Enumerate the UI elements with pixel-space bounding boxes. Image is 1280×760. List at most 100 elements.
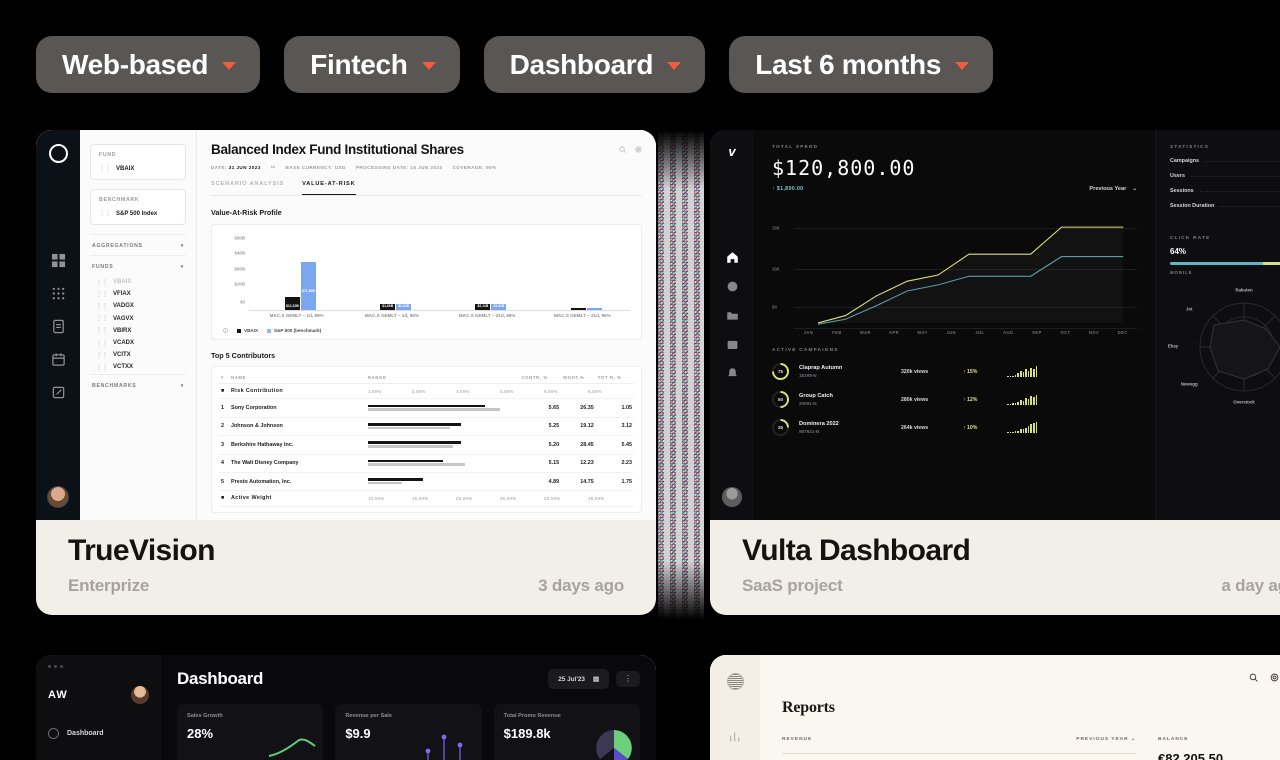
- sidebar-item-dashboard[interactable]: Dashboard: [48, 728, 149, 739]
- x-axis: JAN FEB MAR APR MAY JUN JUL AUG SEP OCT …: [794, 330, 1137, 335]
- kebab-menu-icon[interactable]: ⋮: [616, 670, 640, 688]
- chevron-down-icon: [955, 62, 970, 70]
- chevron-down-icon[interactable]: ▾: [181, 383, 184, 389]
- x-tick: SEP: [1032, 330, 1042, 335]
- gear-icon[interactable]: [1270, 673, 1279, 682]
- filter-fintech[interactable]: Fintech: [284, 36, 460, 93]
- chevron-down-icon[interactable]: ▾: [181, 243, 184, 249]
- section-benchmarks[interactable]: BENCHMARKS ▾: [90, 373, 186, 395]
- benchmark-box-value: ⋮⋮ S&P 500 Index: [99, 210, 158, 218]
- stat-row: Session Duration 01:30: [1170, 203, 1280, 209]
- list-item[interactable]: 50 Group Catch 20091-N 280k views ↑ 12%: [772, 391, 1137, 408]
- fund-box[interactable]: FUND ⋮⋮ VBAIX: [90, 144, 186, 180]
- kpi-card-total-promo-revenue[interactable]: Total Promo Revenue $189.8k: [493, 704, 640, 760]
- list-item[interactable]: ⋮⋮ VCADX: [90, 337, 186, 349]
- row-name: Johnson & Johnson: [229, 417, 366, 437]
- bell-icon[interactable]: [726, 367, 739, 380]
- x-tick: MAY: [917, 330, 928, 335]
- calendar-icon[interactable]: ▭: [271, 164, 276, 170]
- kpi-card-revenue-per-sale[interactable]: Revenue per Sale $9.9: [335, 704, 482, 760]
- section-funds[interactable]: FUNDS ▾: [90, 255, 186, 276]
- campaign-id: 987921-N: [799, 429, 820, 434]
- gear-icon[interactable]: [635, 146, 642, 153]
- radar-label: Ebay: [1167, 343, 1179, 349]
- chevron-down-icon[interactable]: ▾: [181, 264, 184, 270]
- aw-logo: AW: [48, 689, 68, 701]
- bar-group: $1,69B $2,34B: [352, 233, 440, 310]
- project-card-truevision[interactable]: FUND ⋮⋮ VBAIX BENCHMARK ⋮⋮ S&P 500 Index A…: [36, 130, 656, 615]
- project-card-vulta[interactable]: v TOTAL SPEND $120,800.00 ↑ $1,890.00 Pr…: [710, 130, 1280, 615]
- list-item[interactable]: ⋮⋮ VAGVX: [90, 313, 186, 325]
- vulta-statistics-panel: STATISTICS Campaigns Users 2,1 Sessions: [1155, 130, 1280, 520]
- list-item[interactable]: ⋮⋮ VCTXX: [90, 361, 186, 373]
- date-picker[interactable]: 25 Jul'23 ▤: [548, 669, 609, 689]
- search-icon[interactable]: [1249, 673, 1258, 682]
- calendar-icon[interactable]: [726, 338, 739, 351]
- drag-handle-icon[interactable]: ⋮⋮: [99, 165, 111, 172]
- circle-logo: [48, 144, 68, 163]
- avatar[interactable]: [722, 487, 742, 507]
- click-rate-bar: [1170, 262, 1280, 266]
- drag-handle-icon[interactable]: ⋮⋮: [96, 303, 108, 310]
- grid-icon[interactable]: [51, 253, 66, 268]
- filter-dashboard[interactable]: Dashboard: [483, 36, 706, 93]
- list-item[interactable]: 75 Claprap Autumn 18298-N 320k views ↑ 1…: [772, 363, 1137, 380]
- table-row[interactable]: 5 Presto Automation, Inc. 4.89 14.75 1.7…: [219, 472, 634, 492]
- globe-icon[interactable]: [726, 280, 739, 293]
- row-range: [365, 472, 520, 492]
- table-row[interactable]: 4 The Walt Disney Company 5.15 12.23 2.2…: [219, 454, 634, 473]
- list-item[interactable]: ⋮⋮ VCITX: [90, 349, 186, 361]
- row-totr: 1.75: [595, 472, 634, 492]
- row-range: [365, 398, 520, 418]
- dots-grid-icon[interactable]: [51, 286, 66, 301]
- home-icon[interactable]: [726, 251, 739, 264]
- list-item[interactable]: ⋮⋮ VBIRX: [90, 325, 186, 337]
- table-row[interactable]: 3 Berkshire Hathaway Inc. 5.20 28.45 5.4…: [219, 435, 634, 455]
- benchmark-box[interactable]: BENCHMARK ⋮⋮ S&P 500 Index: [90, 189, 186, 225]
- progress-ring: 75: [772, 363, 789, 380]
- section-aggregations[interactable]: AGGREGATIONS ▾: [90, 234, 186, 255]
- project-card-reports[interactable]: Reports REVENUE PREVIOUS YEAR ⌄ BALANCE …: [710, 655, 1280, 760]
- document-icon[interactable]: [51, 319, 66, 334]
- drag-handle-icon[interactable]: ⋮⋮: [96, 327, 108, 334]
- fund-box-header: FUND: [99, 152, 117, 158]
- chart-icon[interactable]: [729, 730, 742, 743]
- table-row[interactable]: 1 Sony Corporation 5.65 26.35 1.05: [219, 398, 634, 418]
- scale-label: Risk Contribution: [229, 383, 366, 400]
- avatar[interactable]: [131, 686, 149, 704]
- drag-handle-icon[interactable]: ⋮⋮: [96, 315, 108, 322]
- project-card-aw[interactable]: AW Dashboard Dashboard 25 Jul'23 ▤ ⋮ Sal…: [36, 655, 656, 760]
- table-row[interactable]: 2 Johnson & Johnson 5.25 19.12 3.12: [219, 417, 634, 437]
- drag-handle-icon[interactable]: ⋮⋮: [96, 279, 108, 286]
- list-item[interactable]: ⋮⋮ VBAIX: [90, 276, 186, 288]
- kpi-card-sales-growth[interactable]: Sales Growth 28%: [177, 704, 324, 760]
- filter-web-based[interactable]: Web-based: [36, 36, 261, 93]
- list-item[interactable]: 25 Dominera 2022 987921-N 264k views ↑ 1…: [772, 419, 1137, 436]
- drag-handle-icon[interactable]: ⋮⋮: [96, 340, 108, 347]
- range-selector[interactable]: PREVIOUS YEAR ⌄: [1076, 737, 1136, 742]
- contributors-title: Top 5 Contributors: [211, 351, 276, 360]
- range-selector[interactable]: Previous Year ⌄: [1089, 186, 1137, 192]
- campaign-change: ↑ 10%: [963, 424, 978, 431]
- y-tick: $60B: [234, 266, 246, 272]
- card-title: Vulta Dashboard: [742, 534, 971, 567]
- drag-handle-icon[interactable]: ⋮⋮: [96, 364, 108, 371]
- edit-icon[interactable]: [51, 385, 66, 400]
- search-icon[interactable]: [619, 146, 626, 153]
- kpi-title: Sales Growth: [187, 713, 223, 719]
- drag-handle-icon[interactable]: ⋮⋮: [96, 291, 108, 298]
- tab-value-at-risk[interactable]: VALUE-AT-RISK: [302, 181, 356, 195]
- bar-benchmark: $2,34B: [396, 304, 412, 310]
- tab-scenario-analysis[interactable]: SCENARIO ANALYSIS: [211, 181, 284, 195]
- y-tick: 10K: [772, 266, 780, 272]
- folder-icon[interactable]: [726, 309, 739, 322]
- filter-last-6-months[interactable]: Last 6 months: [729, 36, 994, 93]
- drag-handle-icon[interactable]: ⋮⋮: [96, 352, 108, 359]
- calendar-icon[interactable]: [51, 352, 66, 367]
- avatar[interactable]: [47, 486, 69, 508]
- reports-main: Reports REVENUE PREVIOUS YEAR ⌄ BALANCE …: [760, 655, 1280, 760]
- drag-handle-icon[interactable]: ⋮⋮: [99, 210, 111, 217]
- list-item[interactable]: ⋮⋮ VADGX: [90, 300, 186, 312]
- list-item[interactable]: ⋮⋮ VFIAX: [90, 288, 186, 300]
- info-icon[interactable]: [223, 328, 228, 333]
